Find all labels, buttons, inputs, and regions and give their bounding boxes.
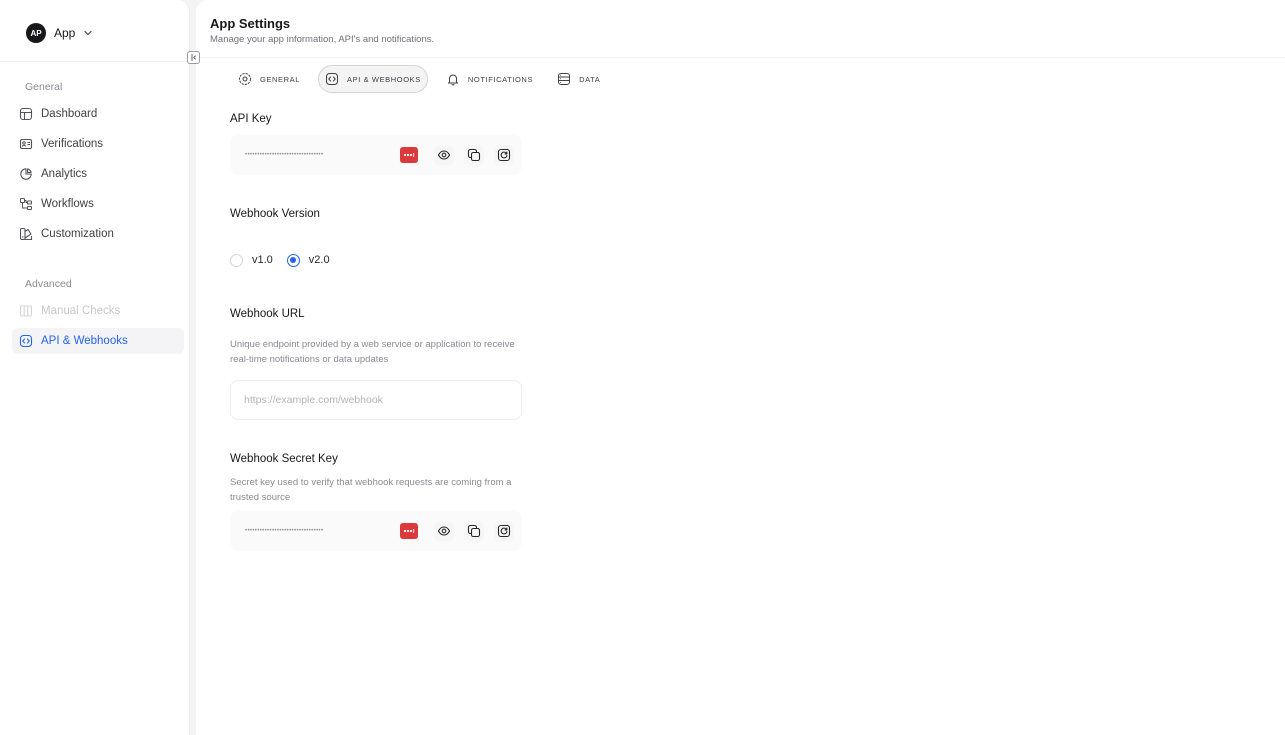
database-icon xyxy=(558,73,571,85)
collapse-sidebar-button[interactable] xyxy=(187,51,200,64)
chevron-down-icon xyxy=(84,30,92,36)
sidebar-item-dashboard[interactable]: Dashboard xyxy=(12,101,184,127)
radio-v2-control[interactable] xyxy=(286,253,300,267)
header-divider xyxy=(196,57,1285,58)
refresh-icon xyxy=(497,524,511,538)
webhook-version-label: Webhook Version xyxy=(230,208,320,220)
code-icon xyxy=(326,73,339,85)
sidebar-collapse-icon xyxy=(191,54,196,61)
sidebar-item-label: Analytics xyxy=(41,168,88,180)
webhook-secret-label: Webhook Secret Key xyxy=(230,453,338,465)
tab-notifications[interactable]: NOTIFICATIONS xyxy=(440,65,539,93)
radio-v2[interactable]: v2.0 xyxy=(286,253,330,267)
page-subtitle: Manage your app information, API's and n… xyxy=(210,34,435,45)
tab-label: NOTIFICATIONS xyxy=(467,74,534,84)
palette-icon xyxy=(19,227,33,241)
copy-api-key-button[interactable] xyxy=(464,145,484,165)
sidebar-item-label: Customization xyxy=(41,228,114,240)
password-manager-icon[interactable] xyxy=(400,523,418,539)
tab-api-webhooks[interactable]: API & WEBHOOKS xyxy=(318,65,428,93)
page-title: App Settings xyxy=(210,16,291,31)
tab-label: DATA xyxy=(579,74,601,84)
section-label-general: General xyxy=(25,81,63,93)
sidebar-item-analytics[interactable]: Analytics xyxy=(12,161,184,187)
copy-icon xyxy=(467,148,481,162)
sidebar-item-label: Workflows xyxy=(41,198,94,210)
api-key-field[interactable]: •••••••••••••••••••••••••••••••• xyxy=(230,135,522,175)
layout-icon xyxy=(19,107,33,121)
pie-chart-icon xyxy=(20,168,32,180)
main-panel: App Settings Manage your app information… xyxy=(196,0,1285,735)
radio-v1-control[interactable] xyxy=(230,253,243,267)
app-root: AP App General Dashboard Verifications A… xyxy=(0,0,1285,735)
sidebar-item-manual-checks: Manual Checks xyxy=(12,298,184,324)
sidebar: AP App General Dashboard Verifications A… xyxy=(0,0,190,735)
eye-icon xyxy=(437,526,451,536)
webhook-version-radio-group: v1.0 v2.0 xyxy=(230,252,344,268)
tab-label: GENERAL xyxy=(260,74,301,84)
app-name: App xyxy=(54,26,76,40)
webhook-secret-help: Secret key used to verify that webhook r… xyxy=(230,477,512,503)
password-manager-icon[interactable] xyxy=(400,147,418,163)
webhook-url-input[interactable] xyxy=(230,380,522,420)
api-key-label: API Key xyxy=(230,113,272,125)
radio-v1[interactable]: v1.0 xyxy=(230,253,273,267)
workflow-icon xyxy=(20,198,32,210)
reveal-secret-button[interactable] xyxy=(434,521,454,541)
tab-label: API & WEBHOOKS xyxy=(347,74,421,84)
settings-tabs: GENERAL API & WEBHOOKS NOTIFICATIONS DAT… xyxy=(232,65,606,93)
app-switcher[interactable]: AP App xyxy=(26,22,93,44)
app-avatar: AP xyxy=(26,23,46,43)
radio-v2-label: v2.0 xyxy=(308,254,330,266)
section-label-advanced: Advanced xyxy=(25,278,72,290)
sidebar-item-workflows[interactable]: Workflows xyxy=(12,191,184,217)
webhook-url-help: Unique endpoint provided by a web servic… xyxy=(230,339,515,365)
regenerate-api-key-button[interactable] xyxy=(494,145,514,165)
sidebar-item-verifications[interactable]: Verifications xyxy=(12,131,184,157)
sidebar-item-label: Verifications xyxy=(41,138,104,150)
tab-general[interactable]: GENERAL xyxy=(232,65,306,93)
copy-icon xyxy=(467,524,481,538)
reveal-api-key-button[interactable] xyxy=(434,145,454,165)
webhook-secret-field[interactable]: •••••••••••••••••••••••••••••••• xyxy=(230,511,522,551)
columns-icon xyxy=(19,305,33,317)
radio-v1-label: v1.0 xyxy=(252,254,273,266)
sidebar-item-api-webhooks[interactable]: API & Webhooks xyxy=(12,328,184,354)
sidebar-item-customization[interactable]: Customization xyxy=(12,221,184,247)
id-card-icon xyxy=(19,138,33,150)
sidebar-divider xyxy=(0,61,190,62)
copy-secret-button[interactable] xyxy=(464,521,484,541)
sidebar-item-label: Dashboard xyxy=(41,108,98,120)
webhook-secret-masked-value: •••••••••••••••••••••••••••••••• xyxy=(245,528,324,534)
refresh-icon xyxy=(497,148,511,162)
api-key-masked-value: •••••••••••••••••••••••••••••••• xyxy=(245,152,324,158)
tab-data[interactable]: DATA xyxy=(551,65,606,93)
webhook-url-label: Webhook URL xyxy=(230,308,305,320)
sidebar-item-label: API & Webhooks xyxy=(41,335,128,347)
code-icon xyxy=(19,334,33,348)
regenerate-secret-button[interactable] xyxy=(494,521,514,541)
sidebar-item-label: Manual Checks xyxy=(41,305,121,317)
settings-icon xyxy=(239,73,251,85)
eye-icon xyxy=(437,150,451,160)
bell-icon xyxy=(447,74,458,86)
